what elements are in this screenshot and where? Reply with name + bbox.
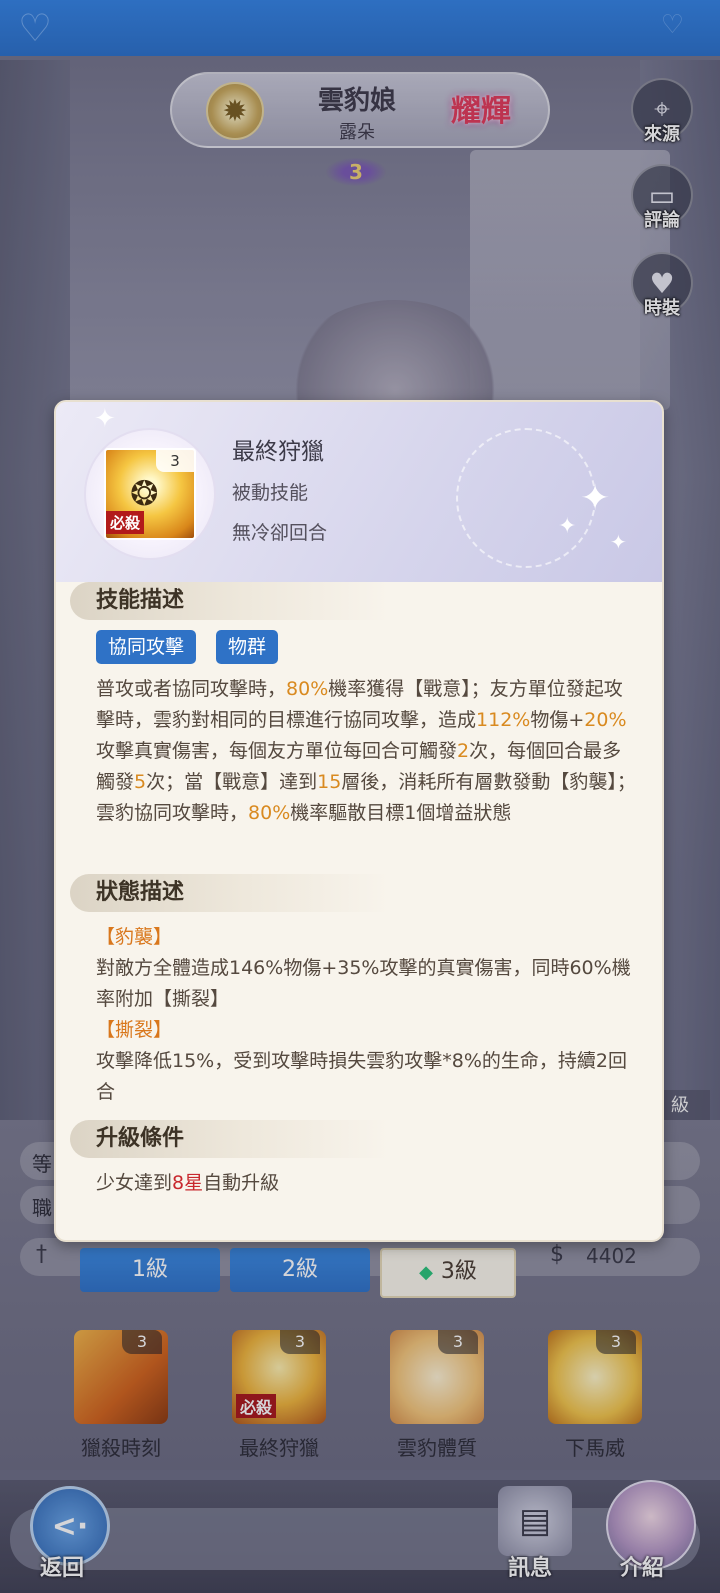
leopard-skill-icon: ❂ 3 必殺 — [104, 448, 196, 540]
status-leopard-raid-text: 對敵方全體造成146%物傷+35%攻擊的真實傷害，同時60%機率附加【撕裂】 — [96, 957, 631, 1010]
skill-type: 被動技能 — [232, 482, 309, 504]
status-tear-title: 【撕裂】 — [96, 1019, 173, 1041]
decor-ring — [456, 428, 596, 568]
status-description-heading: 狀態描述 — [70, 874, 390, 912]
skill-icon-frame: ❂ 3 必殺 — [84, 428, 216, 560]
status-description-text: 【豹襲】 對敵方全體造成146%物傷+35%攻擊的真實傷害，同時60%機率附加【… — [96, 922, 636, 1108]
tag-physical-group: 物群 — [216, 630, 279, 664]
sparkle-icon: ✦ — [558, 514, 577, 539]
tag-coop-attack: 協同攻擊 — [96, 630, 197, 664]
sparkle-icon: ✦ — [610, 530, 627, 554]
heart-deco-icon: ♡ — [18, 6, 53, 50]
skill-description-heading: 技能描述 — [70, 582, 390, 620]
skill-detail-popup: ✦ ✦ ✦ ✦ ❂ 3 必殺 最終狩獵 被動技能 無冷卻回合 技能描述 協同攻擊… — [54, 400, 664, 1242]
status-tear-text: 攻擊降低15%，受到攻擊時損失雲豹攻擊*8%的生命，持續2回合 — [96, 1050, 627, 1103]
leopard-paw-icon: ❂ — [130, 474, 159, 514]
status-leopard-raid-title: 【豹襲】 — [96, 926, 173, 948]
skill-icon-level: 3 — [156, 450, 194, 472]
top-bar: ♡ ♡ — [0, 0, 720, 56]
upgrade-condition-heading: 升級條件 — [70, 1120, 390, 1158]
sparkle-icon: ✦ — [580, 478, 611, 519]
heart-deco-icon: ♡ — [660, 10, 684, 40]
skill-cooldown: 無冷卻回合 — [232, 522, 328, 544]
skill-description-text: 普攻或者協同攻擊時，80%機率獲得【戰意】；友方單位發起攻擊時，雲豹對相同的目標… — [96, 678, 636, 824]
ultimate-badge: 必殺 — [106, 511, 145, 534]
skill-header: ✦ ✦ ✦ ✦ ❂ 3 必殺 最終狩獵 被動技能 無冷卻回合 — [56, 402, 662, 582]
sparkle-icon: ✦ — [94, 404, 116, 434]
skill-title: 最終狩獵 — [232, 439, 324, 465]
upgrade-condition-text: 少女達到8星自動升級 — [96, 1172, 280, 1194]
